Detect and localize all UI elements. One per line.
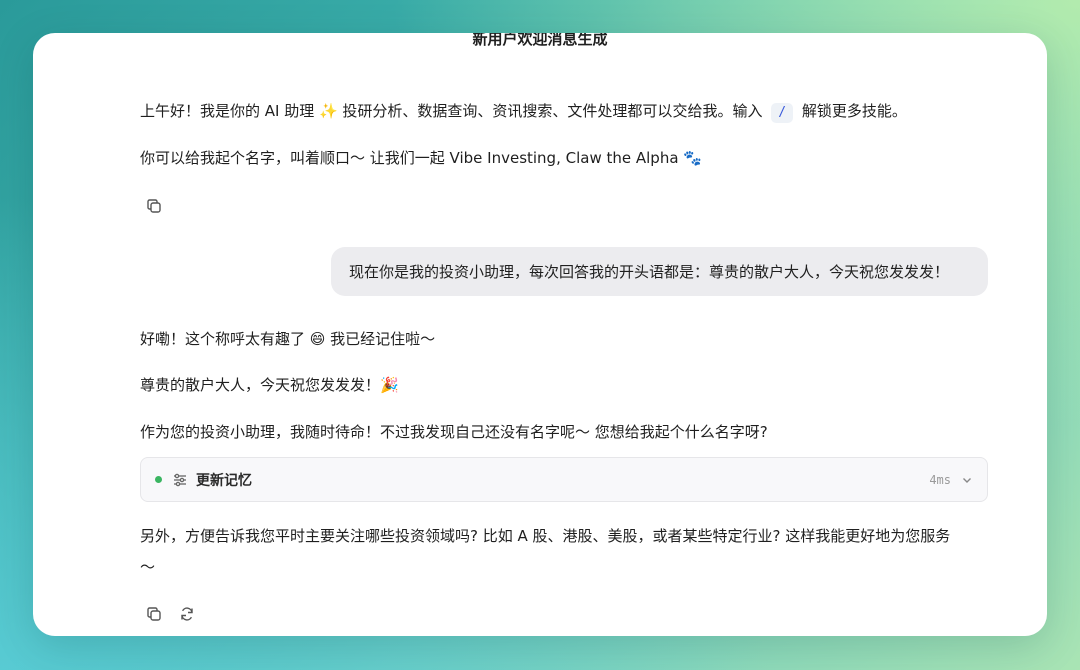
copy-button-2[interactable] — [143, 603, 165, 625]
greeting-text-end: 解锁更多技能。 — [801, 102, 907, 120]
chat-window: 新用户欢迎消息生成 上午好！我是你的 AI 助理 ✨ 投研分析、数据查询、资讯搜… — [33, 33, 1047, 636]
memory-tool-label: 更新记忆 — [196, 472, 252, 489]
copy-button[interactable] — [143, 195, 165, 217]
page-title: 新用户欢迎消息生成 — [472, 33, 608, 48]
slash-command-hint: / — [771, 103, 794, 123]
user-message-text: 现在你是我的投资小助理，每次回答我的开头语都是：尊贵的散户大人，今天祝您发发发！ — [349, 263, 950, 281]
assistant-message-2-line-4: 另外，方便告诉我您平时主要关注哪些投资领域吗? 比如 A 股、港股、美股，或者某… — [140, 527, 951, 545]
user-message-bubble: 现在你是我的投资小助理，每次回答我的开头语都是：尊贵的散户大人，今天祝您发发发！ — [331, 247, 988, 296]
sliders-icon — [174, 473, 186, 486]
copy-icon — [147, 607, 161, 621]
memory-tool-duration: 4ms — [929, 472, 951, 487]
assistant-message-2-line-3: 作为您的投资小助理，我随时待命！不过我发现自己还没有名字呢～ 您想给我起个什么名… — [140, 423, 768, 441]
regenerate-button[interactable] — [176, 603, 198, 625]
greeting-text: 上午好！我是你的 AI 助理 ✨ 投研分析、数据查询、资讯搜索、文件处理都可以交… — [140, 102, 763, 120]
assistant-message-2-line-2: 尊贵的散户大人，今天祝您发发发！🎉 — [140, 376, 399, 394]
chevron-down-icon — [963, 477, 971, 483]
status-dot — [155, 476, 162, 483]
memory-tool-call[interactable]: 更新记忆 4ms — [140, 457, 988, 502]
assistant-message-1-line-2: 你可以给我起个名字，叫着顺口～ 让我们一起 Vibe Investing, Cl… — [140, 149, 702, 167]
assistant-message-1-line-1: 上午好！我是你的 AI 助理 ✨ 投研分析、数据查询、资讯搜索、文件处理都可以交… — [140, 98, 907, 124]
assistant-message-2-line-4-continued: ～ — [140, 558, 156, 576]
expand-toggle[interactable] — [961, 474, 973, 486]
refresh-icon — [181, 607, 193, 621]
copy-icon — [147, 199, 161, 213]
assistant-message-2-line-1: 好嘞！这个称呼太有趣了 😄 我已经记住啦～ — [140, 330, 436, 348]
